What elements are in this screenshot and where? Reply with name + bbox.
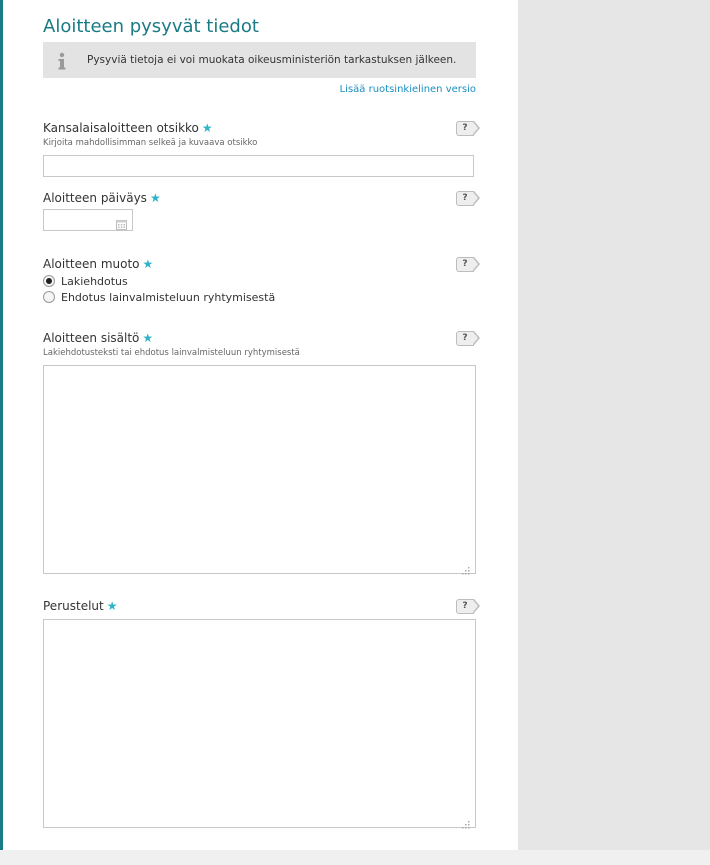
- bottom-strip: [0, 850, 710, 865]
- info-text: Pysyviä tietoja ei voi muokata oikeusmin…: [87, 54, 457, 66]
- required-star-icon: ★: [149, 191, 161, 205]
- rationale-field-label: Perustelut ★: [43, 599, 117, 613]
- radio-label: Lakiehdotus: [61, 275, 128, 288]
- title-field-label: Kansalaisaloitteen otsikko ★: [43, 121, 213, 135]
- required-star-icon: ★: [142, 331, 154, 345]
- title-input[interactable]: [43, 155, 474, 177]
- form-help-icon[interactable]: ?: [456, 257, 480, 272]
- rationale-help-icon[interactable]: ?: [456, 599, 480, 614]
- required-star-icon: ★: [142, 257, 154, 271]
- radio-label: Ehdotus lainvalmisteluun ryhtymisestä: [61, 291, 276, 304]
- date-help-icon[interactable]: ?: [456, 191, 480, 206]
- radio-checked-icon[interactable]: [43, 275, 55, 287]
- date-field-label: Aloitteen päiväys ★: [43, 191, 161, 205]
- title-hint: Kirjoita mahdollisimman selkeä ja kuvaav…: [43, 138, 258, 148]
- info-icon: [57, 52, 67, 70]
- content-hint: Lakiehdotusteksti tai ehdotus lainvalmis…: [43, 348, 300, 358]
- section-title: Aloitteen pysyvät tiedot: [43, 16, 259, 37]
- content-help-icon[interactable]: ?: [456, 331, 480, 346]
- form-label-text: Aloitteen muoto: [43, 257, 140, 271]
- content-label-text: Aloitteen sisältö: [43, 331, 140, 345]
- calendar-icon[interactable]: [116, 215, 127, 230]
- resize-grip-icon[interactable]: [462, 560, 470, 575]
- resize-grip-icon[interactable]: [462, 814, 470, 829]
- title-label-text: Kansalaisaloitteen otsikko: [43, 121, 199, 135]
- date-input[interactable]: [43, 209, 133, 231]
- radio-option-law-proposal[interactable]: Lakiehdotus: [43, 275, 128, 289]
- radio-unchecked-icon[interactable]: [43, 291, 55, 303]
- rationale-textarea[interactable]: [43, 619, 476, 829]
- content-textarea[interactable]: [43, 365, 476, 575]
- date-label-text: Aloitteen päiväys: [43, 191, 147, 205]
- required-star-icon: ★: [106, 599, 118, 613]
- add-swedish-version-link[interactable]: Lisää ruotsinkielinen versio: [340, 84, 476, 95]
- form-field-label: Aloitteen muoto ★: [43, 257, 153, 271]
- radio-option-drafting-proposal[interactable]: Ehdotus lainvalmisteluun ryhtymisestä: [43, 291, 275, 305]
- info-notice: Pysyviä tietoja ei voi muokata oikeusmin…: [43, 42, 476, 78]
- title-help-icon[interactable]: ?: [456, 121, 480, 136]
- rationale-label-text: Perustelut: [43, 599, 104, 613]
- content-field-label: Aloitteen sisältö ★: [43, 331, 153, 345]
- required-star-icon: ★: [201, 121, 213, 135]
